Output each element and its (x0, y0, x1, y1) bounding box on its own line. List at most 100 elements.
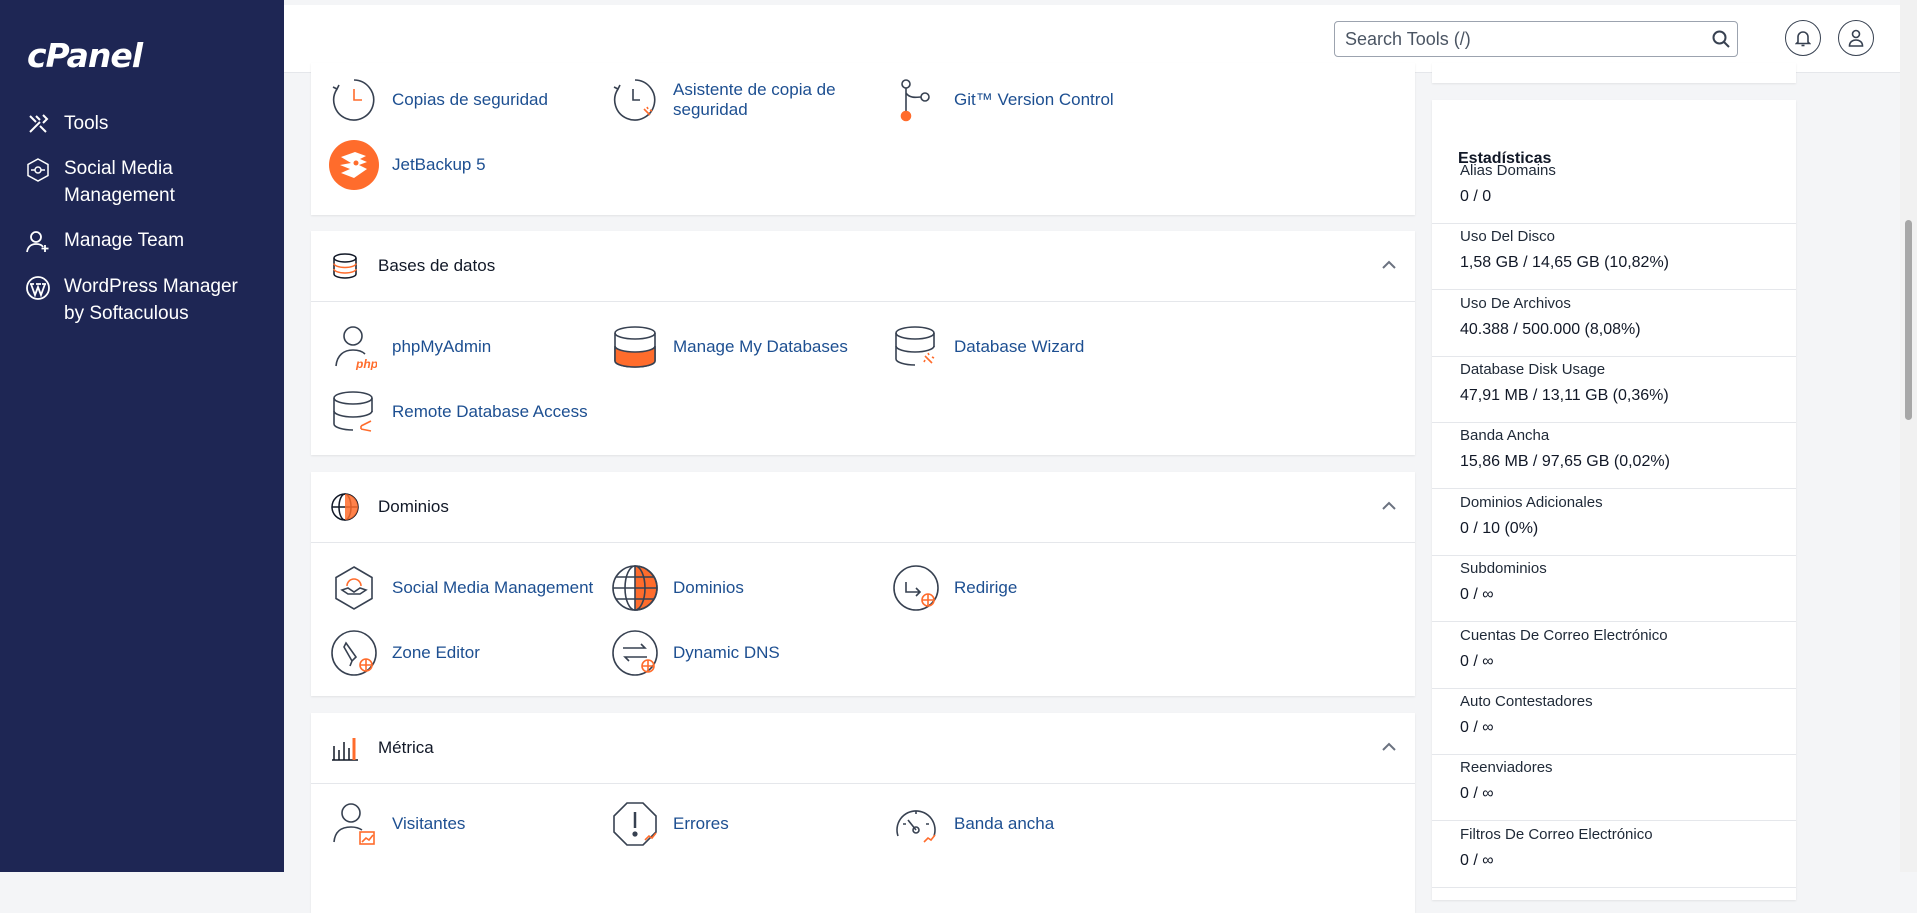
tool-label: Social Media Management (392, 578, 594, 597)
tool-remote-database-access[interactable]: Remote Database Access (329, 387, 588, 437)
tool-label: Database Wizard (954, 337, 1085, 356)
social-media-icon (335, 566, 373, 610)
stat-label: Cuentas De Correo Electrónico (1460, 627, 1668, 644)
redirect-icon (893, 565, 939, 611)
tool-errores[interactable]: Errores (610, 799, 729, 849)
tool-dominios[interactable]: Dominios (610, 563, 744, 613)
database-wizard-icon (895, 326, 935, 366)
tool-label: phpMyAdmin (392, 337, 492, 356)
top-panel-stub (1432, 63, 1796, 83)
metrics-header[interactable]: Métrica (311, 713, 1415, 784)
tool-git[interactable]: Git™ Version Control (891, 75, 1114, 125)
sidebar-label-line: Management (64, 185, 175, 206)
tool-label: Errores (673, 814, 729, 833)
manage-team-icon (26, 231, 49, 253)
backup-wizard-icon (613, 79, 656, 121)
sidebar-label-line: Tools (64, 113, 109, 134)
search-placeholder: Search Tools (/) (1345, 29, 1471, 49)
chevron-up-icon[interactable] (1381, 259, 1397, 269)
search-icon[interactable] (1711, 29, 1731, 49)
stat-label: Alias Domains (1460, 162, 1556, 179)
sidebar-item-wordpress[interactable]: WordPress Manager by Softaculous (24, 273, 274, 327)
tool-dynamic-dns[interactable]: Dynamic DNS (610, 628, 780, 678)
stat-value: 0 / ∞ (1460, 785, 1494, 802)
stat-value: 0 / ∞ (1460, 586, 1494, 603)
stat-row: Uso Del Disco 1,58 GB / 14,65 GB (10,82%) (1432, 224, 1796, 290)
section-title: Bases de datos (378, 256, 496, 275)
stat-row: Database Disk Usage 47,91 MB / 13,11 GB (… (1432, 357, 1796, 423)
errors-icon (613, 802, 657, 846)
stat-label: Reenviadores (1460, 759, 1553, 776)
tool-label: Banda ancha (954, 814, 1055, 833)
stats-panel: Estadísticas Alias Domains 0 / 0 Uso Del … (1432, 100, 1796, 900)
tools-icon (29, 114, 49, 133)
tool-label-line: Asistente de copia de (673, 80, 836, 99)
stat-value: 0 / ∞ (1460, 719, 1494, 736)
section-title: Dominios (378, 497, 449, 516)
user-menu-button[interactable] (1838, 20, 1874, 56)
stat-label: Filtros De Correo Electrónico (1460, 826, 1653, 843)
manage-databases-icon (614, 326, 656, 368)
sidebar-item-tools[interactable]: Tools (24, 110, 274, 137)
sidebar-label-line: Social Media (64, 158, 173, 179)
stat-row: Auto Contestadores 0 / ∞ (1432, 689, 1796, 755)
stat-value: 0 / ∞ (1460, 653, 1494, 670)
chevron-up-icon[interactable] (1381, 500, 1397, 510)
tool-label: Dominios (673, 578, 744, 597)
right-column: Estadísticas Alias Domains 0 / 0 Uso Del … (1432, 63, 1796, 900)
stat-value: 40.388 / 500.000 (8,08%) (1460, 321, 1641, 338)
phpmyadmin-icon: php (335, 326, 377, 370)
tool-label: Visitantes (392, 814, 466, 833)
stat-row: Dominios Adicionales 0 / 10 (0%) (1432, 490, 1796, 556)
tool-label: JetBackup 5 (392, 155, 486, 174)
tool-banda-ancha[interactable]: Banda ancha (891, 799, 1054, 849)
tool-phpmyadmin[interactable]: php phpMyAdmin (329, 322, 491, 372)
tool-label: Git™ Version Control (954, 90, 1114, 109)
svg-text:php: php (355, 357, 377, 370)
tool-manage-databases[interactable]: Manage My Databases (610, 322, 848, 372)
chevron-up-icon[interactable] (1381, 741, 1397, 751)
stat-value: 1,58 GB / 14,65 GB (10,82%) (1460, 254, 1670, 271)
visitors-icon (333, 803, 375, 845)
stat-label: Uso Del Disco (1460, 228, 1556, 245)
stat-row: Cuentas De Correo Electrónico 0 / ∞ (1432, 623, 1796, 689)
domains-globe-icon (612, 565, 658, 611)
tool-visitantes[interactable]: Visitantes (329, 799, 465, 849)
jetbackup-icon (329, 140, 379, 190)
domains-header[interactable]: Dominios (311, 472, 1415, 543)
tool-zone-editor[interactable]: Zone Editor (329, 628, 480, 678)
cpanel-logo[interactable]: cPanel (27, 36, 143, 75)
tool-redirige[interactable]: Redirige (891, 563, 1017, 613)
metrics-card: Métrica Visitantes Errores Banda ancha (311, 713, 1415, 913)
section-title: Métrica (378, 738, 434, 757)
tool-label: Zone Editor (392, 643, 480, 662)
sidebar-item-manage-team[interactable]: Manage Team (24, 227, 274, 255)
scrollbar-thumb[interactable] (1905, 220, 1912, 420)
tool-database-wizard[interactable]: Database Wizard (891, 322, 1084, 372)
stat-value: 0 / 0 (1460, 188, 1492, 205)
tool-backup[interactable]: Copias de seguridad (329, 75, 548, 125)
notifications-button[interactable] (1785, 20, 1821, 56)
stat-row: Reenviadores 0 / ∞ (1432, 755, 1796, 821)
sidebar-item-label: Social Media Management (64, 155, 175, 209)
databases-header[interactable]: Bases de datos (311, 231, 1415, 302)
tool-label: Dynamic DNS (673, 643, 780, 662)
tool-jetbackup[interactable]: JetBackup 5 (329, 140, 486, 190)
dynamic-dns-icon (612, 630, 658, 676)
stat-value: 15,86 MB / 97,65 GB (0,02%) (1460, 453, 1670, 470)
tool-label: Manage My Databases (673, 337, 848, 356)
tool-social-media-management[interactable]: Social Media Management (329, 563, 593, 613)
tool-label: Redirige (954, 578, 1018, 597)
sidebar-item-social-media[interactable]: Social Media Management (24, 155, 274, 209)
tool-label: Copias de seguridad (392, 90, 548, 109)
search-input[interactable]: Search Tools (/) (1334, 21, 1738, 57)
sidebar-label-line: Manage Team (64, 230, 185, 251)
page-scrollbar[interactable] (1900, 0, 1917, 872)
sidebar-item-label: WordPress Manager by Softaculous (64, 273, 238, 327)
database-icon (333, 253, 357, 279)
user-icon (1848, 29, 1864, 47)
tool-backup-wizard[interactable]: Asistente de copia de seguridad (610, 75, 836, 125)
stat-value: 0 / ∞ (1460, 852, 1494, 869)
stat-row: Banda Ancha 15,86 MB / 97,65 GB (0,02%) (1432, 423, 1796, 489)
tool-label: Remote Database Access (392, 402, 588, 421)
